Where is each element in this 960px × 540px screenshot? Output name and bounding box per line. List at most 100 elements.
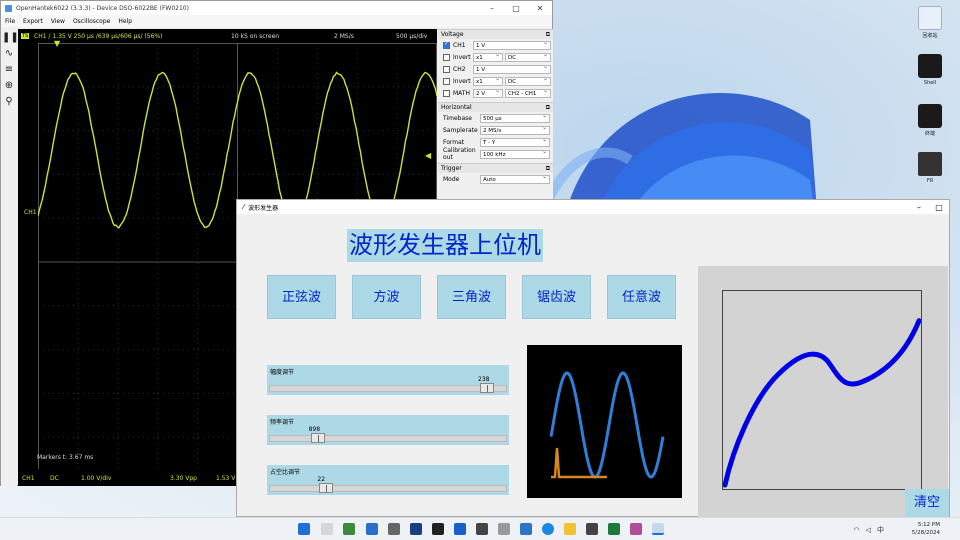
app-icon[interactable] <box>454 523 466 535</box>
app-icon[interactable] <box>366 523 378 535</box>
menubar: File Export View Oscilloscope Help <box>1 15 552 27</box>
math-checkbox[interactable] <box>443 90 450 97</box>
app-icon <box>918 152 942 176</box>
amplitude-slider: 幅度调节 238 <box>267 365 509 395</box>
app-icon[interactable] <box>410 523 422 535</box>
search-icon[interactable] <box>321 523 333 535</box>
ts-badge: TS <box>21 33 29 39</box>
timebase-input[interactable]: 500 µs <box>480 114 550 123</box>
ch2-row: CH2 1 V <box>438 63 553 75</box>
menu-oscilloscope[interactable]: Oscilloscope <box>73 18 110 25</box>
footer-vpp: 3.30 Vpp <box>170 475 197 482</box>
arbitrary-wave-button[interactable]: 任意波 <box>607 275 676 319</box>
duty-cycle-thumb[interactable] <box>319 483 333 493</box>
ch2-gain-select[interactable]: 1 V <box>473 65 551 74</box>
sample-rate: 2 MS/s <box>334 33 354 40</box>
frequency-thumb[interactable] <box>311 433 325 443</box>
app-icon[interactable] <box>388 523 400 535</box>
samplerate-row: Samplerate 2 MS/s <box>438 124 553 136</box>
footer-channel: CH1 <box>22 475 35 482</box>
app-title: 波形发生器上位机 <box>347 229 543 262</box>
ch1-coupling-select[interactable]: DC <box>505 53 551 62</box>
app-icon[interactable] <box>586 523 598 535</box>
ch1-probe-select[interactable]: x1 <box>473 53 503 62</box>
footer-vdiv: 1.00 V/div <box>81 475 111 482</box>
menu-file[interactable]: File <box>5 18 15 25</box>
close-button[interactable]: ✕ <box>528 4 552 13</box>
clock[interactable]: 5:12 PM 5/28/2024 <box>912 521 940 537</box>
menu-view[interactable]: View <box>51 18 65 25</box>
ch1-checkbox[interactable] <box>443 42 450 49</box>
maximize-button[interactable]: □ <box>929 203 949 212</box>
minimize-button[interactable]: – <box>909 203 929 212</box>
format-select[interactable]: T - Y <box>480 138 550 147</box>
duty-cycle-value: 22 <box>317 476 325 483</box>
amplitude-trough[interactable] <box>269 385 507 392</box>
folder-icon[interactable] <box>564 523 576 535</box>
app-icon[interactable] <box>608 523 620 535</box>
ch2-invert-checkbox[interactable] <box>443 78 450 85</box>
waveform-preview <box>527 345 682 498</box>
minimize-button[interactable]: – <box>480 4 504 13</box>
trigger-level-icon[interactable]: ◀ <box>425 151 431 160</box>
custom-wave-canvas[interactable] <box>722 290 922 490</box>
ch1-gain-select[interactable]: 1 V <box>473 41 551 50</box>
ch1-row: CH1 1 V <box>438 39 553 51</box>
generator-window: ⁄ 波形发生器 – □ 波形发生器上位机 正弦波 方波 三角波 锯齿波 任意波 … <box>236 199 950 517</box>
math-mode-select[interactable]: CH2 - CH1 <box>505 89 551 98</box>
clock-date: 5/28/2024 <box>912 529 940 537</box>
sawtooth-wave-button[interactable]: 锯齿波 <box>522 275 591 319</box>
desktop-icon-fr[interactable]: FR <box>915 152 945 184</box>
menu-help[interactable]: Help <box>118 18 132 25</box>
window-title: OpenHantek6022 (3.3.3) - Device DSO-6022… <box>16 5 189 12</box>
scope-header: TS CH1 / 1.35 V 250 µs /639 µs/606 µs/ (… <box>18 29 437 43</box>
desktop-icon-shell[interactable]: Shell <box>915 54 945 86</box>
app-icon <box>5 5 12 12</box>
feather-icon[interactable] <box>652 523 664 535</box>
app-icon[interactable] <box>432 523 444 535</box>
desktop-icon-recycle-bin[interactable]: 回收站 <box>915 6 945 39</box>
timebase-row: Timebase 500 µs <box>438 112 553 124</box>
app-icon[interactable] <box>498 523 510 535</box>
start-icon[interactable] <box>298 523 310 535</box>
app-icon[interactable] <box>630 523 642 535</box>
maximize-button[interactable]: □ <box>504 4 528 13</box>
ch1-invert-checkbox[interactable] <box>443 54 450 61</box>
edge-icon[interactable] <box>542 523 554 535</box>
duty-cycle-trough[interactable] <box>269 485 507 492</box>
trigger-mode-select[interactable]: Auto <box>480 175 550 184</box>
trigger-arrow-icon[interactable]: ▼ <box>54 39 60 48</box>
amplitude-thumb[interactable] <box>480 383 494 393</box>
horizontal-section-title: Horizontal ⧉ <box>438 102 553 112</box>
wave-icon[interactable]: ∿ <box>2 47 16 61</box>
calibration-select[interactable]: 100 kHz <box>480 150 550 159</box>
volume-icon: ◁ <box>866 526 877 534</box>
app-icon[interactable] <box>520 523 532 535</box>
desktop-icon-terminal[interactable]: 终端 <box>915 104 945 137</box>
markers-readout: Markers t: 3.67 ms <box>37 454 93 461</box>
menu-export[interactable]: Export <box>23 18 43 25</box>
generator-titlebar: ⁄ 波形发生器 – □ <box>237 200 949 214</box>
triangle-wave-button[interactable]: 三角波 <box>437 275 506 319</box>
wifi-icon: ◠ <box>854 526 866 534</box>
ch2-probe-select[interactable]: x1 <box>473 77 503 86</box>
zoom-icon[interactable]: ⊕ <box>2 79 16 93</box>
ch2-coupling-select[interactable]: DC <box>505 77 551 86</box>
math-gain-select[interactable]: 2 V <box>473 89 503 98</box>
app-icon[interactable] <box>476 523 488 535</box>
frequency-trough[interactable] <box>269 435 507 442</box>
ch1-marker-label: CH1 <box>24 209 37 216</box>
samplerate-input[interactable]: 2 MS/s <box>480 126 550 135</box>
measure-icon[interactable]: ⚲ <box>2 95 16 109</box>
clear-button[interactable]: 清空 <box>905 489 949 517</box>
sine-wave-button[interactable]: 正弦波 <box>267 275 336 319</box>
terminal-icon <box>918 54 942 78</box>
square-wave-button[interactable]: 方波 <box>352 275 421 319</box>
chat-icon[interactable] <box>343 523 355 535</box>
lines-icon[interactable]: ≡ <box>2 63 16 77</box>
custom-wave-stroke <box>725 321 919 485</box>
pause-icon[interactable]: ❚❚ <box>2 31 16 45</box>
ch2-checkbox[interactable] <box>443 66 450 73</box>
terminal-icon <box>918 104 942 128</box>
system-tray[interactable]: ◠◁中 <box>854 525 891 535</box>
